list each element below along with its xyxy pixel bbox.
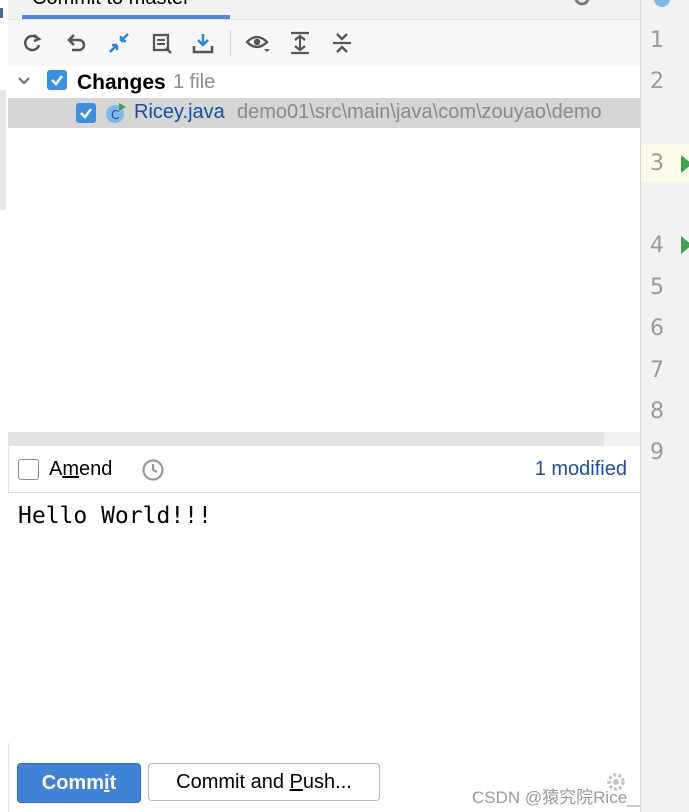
eye-view-options-icon[interactable] bbox=[244, 29, 272, 57]
line-number: 4 bbox=[650, 233, 664, 258]
toolbar-separator bbox=[230, 30, 231, 56]
run-gutter-icon[interactable] bbox=[681, 236, 689, 254]
line-number: 1 bbox=[650, 28, 664, 53]
java-class-icon: C bbox=[106, 103, 126, 123]
settings-gear-icon[interactable] bbox=[571, 0, 593, 12]
push-label-part: ush... bbox=[302, 770, 352, 793]
expand-all-icon[interactable] bbox=[286, 29, 314, 57]
file-name[interactable]: Ricey.java bbox=[134, 101, 225, 124]
line-number: 5 bbox=[650, 275, 664, 300]
clock-history-icon[interactable] bbox=[141, 458, 165, 482]
changes-file-count: 1 file bbox=[173, 71, 216, 93]
line-number: 6 bbox=[650, 316, 664, 341]
editor-gutter: 1 2 3 4 5 6 7 8 9 bbox=[640, 0, 689, 812]
horizontal-scrollbar[interactable] bbox=[8, 432, 604, 446]
chevron-down-icon[interactable] bbox=[16, 73, 32, 89]
run-gutter-icon[interactable] bbox=[681, 155, 689, 173]
checkmark-icon bbox=[51, 75, 63, 86]
line-number: 3 bbox=[650, 151, 664, 176]
commit-button[interactable]: Comm i t bbox=[17, 763, 141, 803]
file-checkbox[interactable] bbox=[76, 103, 96, 123]
commit-label-part: t bbox=[109, 771, 117, 794]
refresh-icon[interactable] bbox=[18, 29, 46, 57]
csdn-watermark: CSDN @猿究院Rice__Y bbox=[472, 788, 658, 807]
file-path: demo01\src\main\java\com\zouyao\demo bbox=[237, 101, 602, 123]
amend-row: Amend 1 modified bbox=[8, 450, 640, 493]
modified-count-link[interactable]: 1 modified bbox=[535, 458, 627, 481]
amend-label-part: A bbox=[49, 458, 63, 480]
collapse-all-icon[interactable] bbox=[328, 29, 356, 57]
amend-label-part: end bbox=[79, 458, 113, 480]
commit-and-push-button[interactable]: Commit and Push... bbox=[148, 763, 380, 801]
svg-text:C: C bbox=[111, 108, 119, 122]
commit-tab-strip: Commit to master bbox=[8, 0, 640, 19]
amend-label-mnemonic: m bbox=[62, 458, 80, 480]
amend-checkbox[interactable] bbox=[18, 459, 39, 480]
checkmark-icon bbox=[80, 108, 92, 119]
commit-tab-title[interactable]: Commit to master bbox=[32, 0, 190, 10]
line-number: 7 bbox=[650, 358, 664, 383]
changes-group-row[interactable]: Changes 1 file bbox=[8, 66, 640, 98]
line-number: 8 bbox=[650, 399, 664, 424]
editor-tab-class-icon[interactable] bbox=[652, 0, 674, 8]
changes-group-label: Changes bbox=[77, 71, 166, 94]
download-icon[interactable] bbox=[189, 29, 217, 57]
commit-message-text[interactable]: Hello World!!! bbox=[18, 503, 212, 529]
shelve-icon[interactable] bbox=[148, 29, 176, 57]
scrollbar-track-end bbox=[604, 432, 640, 446]
commit-label-part: Comm bbox=[41, 771, 104, 794]
line-number: 9 bbox=[650, 440, 664, 465]
commit-toolbar bbox=[8, 19, 640, 67]
changed-file-row[interactable]: C Ricey.java demo01\src\main\java\com\zo… bbox=[8, 98, 640, 128]
edge-scroll-stub bbox=[0, 90, 6, 210]
push-label-mnemonic: P bbox=[289, 770, 303, 793]
edge-marker bbox=[0, 8, 3, 18]
push-label-part: Commit and bbox=[176, 770, 290, 793]
changes-group-checkbox[interactable] bbox=[47, 70, 67, 90]
line-number: 2 bbox=[650, 69, 664, 94]
amend-label[interactable]: Amend bbox=[49, 458, 112, 481]
show-diff-icon[interactable] bbox=[105, 29, 133, 57]
changes-tree: Changes 1 file C Ricey.java demo01\src\m… bbox=[8, 66, 640, 432]
commit-message-editor[interactable]: Hello World!!! bbox=[8, 493, 640, 743]
rollback-icon[interactable] bbox=[62, 29, 90, 57]
